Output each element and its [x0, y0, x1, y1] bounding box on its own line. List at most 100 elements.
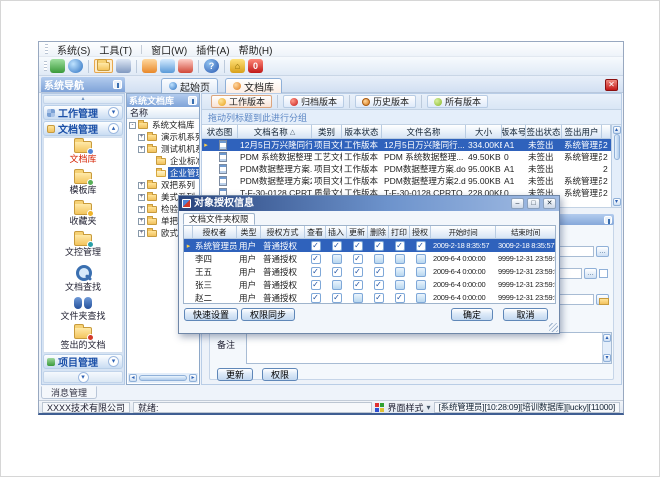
- grant-checkbox[interactable]: [416, 241, 426, 251]
- network-icon[interactable]: [50, 59, 65, 73]
- pin-icon[interactable]: [113, 80, 122, 89]
- group-by-bar[interactable]: 拖动列标题到此进行分组: [202, 110, 621, 125]
- scroll-up-icon[interactable]: [603, 334, 611, 342]
- print-checkbox[interactable]: [395, 293, 405, 303]
- sidebar-item-doc-library[interactable]: 文档库: [44, 141, 122, 172]
- insert-checkbox[interactable]: [332, 267, 342, 277]
- column-type[interactable]: 类型: [237, 226, 261, 239]
- column-grantee[interactable]: 授权者: [193, 226, 237, 239]
- schedule-doc-icon[interactable]: [160, 59, 175, 73]
- sidebar-item-template-library[interactable]: 模板库: [44, 172, 122, 203]
- tree-item[interactable]: + 演示机系列: [127, 131, 199, 143]
- delete-checkbox[interactable]: [374, 241, 384, 251]
- column-insert[interactable]: 插入: [326, 226, 347, 239]
- update-checkbox[interactable]: [353, 280, 363, 290]
- tab-start-page[interactable]: 起始页: [161, 78, 218, 93]
- open-folder-button[interactable]: [596, 294, 609, 305]
- exit-icon[interactable]: [248, 59, 263, 73]
- close-icon[interactable]: [543, 198, 556, 209]
- delete-checkbox[interactable]: [374, 254, 384, 264]
- delete-checkbox[interactable]: [374, 293, 384, 303]
- insert-checkbox[interactable]: [332, 241, 342, 251]
- view-checkbox[interactable]: [311, 280, 321, 290]
- print-checkbox[interactable]: [395, 254, 405, 264]
- table-row[interactable]: PDM数据整理方案2.doc 项目文档 工作版本 PDM数据整理方案2.doc …: [202, 175, 621, 187]
- delete-checkbox[interactable]: [374, 267, 384, 277]
- column-file-name[interactable]: 文件名称: [382, 125, 466, 139]
- globe-icon[interactable]: [68, 59, 83, 73]
- tree-item[interactable]: 企业管理文件: [127, 167, 199, 179]
- column-size[interactable]: 大小: [466, 125, 502, 139]
- chevron-down-icon[interactable]: [108, 356, 119, 367]
- tree-toggle-icon[interactable]: +: [138, 218, 145, 225]
- update-checkbox[interactable]: [353, 293, 363, 303]
- column-grant[interactable]: 授权: [410, 226, 431, 239]
- view-checkbox[interactable]: [311, 293, 321, 303]
- column-update[interactable]: 更新: [347, 226, 368, 239]
- tree-item[interactable]: + 测试机机系列: [127, 143, 199, 155]
- sidebar-more-strip[interactable]: [43, 371, 123, 383]
- tab-archive-version[interactable]: 归档版本: [283, 95, 344, 108]
- tab-doc-library[interactable]: 文档库: [225, 78, 282, 93]
- tree-item[interactable]: 企业标准化文件: [127, 155, 199, 167]
- insert-checkbox[interactable]: [332, 293, 342, 303]
- grant-checkbox[interactable]: [416, 293, 426, 303]
- print-checkbox[interactable]: [395, 280, 405, 290]
- tab-history-version[interactable]: 历史版本: [355, 95, 416, 108]
- update-checkbox[interactable]: [353, 254, 363, 264]
- tree-toggle-icon[interactable]: +: [138, 146, 145, 153]
- column-delete[interactable]: 删除: [368, 226, 389, 239]
- scrollbar-thumb[interactable]: [139, 375, 187, 381]
- close-tab-button[interactable]: [605, 79, 618, 91]
- property-checkbox[interactable]: [599, 269, 608, 278]
- ui-style-dropdown[interactable]: 界面样式: [375, 401, 430, 414]
- scrollbar-thumb[interactable]: [614, 134, 620, 160]
- chevron-down-icon[interactable]: [108, 107, 119, 118]
- new-mail-icon[interactable]: [142, 59, 157, 73]
- print-checkbox[interactable]: [395, 267, 405, 277]
- scroll-left-icon[interactable]: [129, 374, 137, 382]
- remark-textarea[interactable]: [246, 332, 612, 364]
- grant-checkbox[interactable]: [416, 280, 426, 290]
- tab-folder-permissions[interactable]: 文档文件夹权限: [183, 213, 255, 225]
- ellipsis-button[interactable]: [596, 246, 609, 257]
- column-view[interactable]: 查看: [305, 226, 326, 239]
- view-checkbox[interactable]: [311, 267, 321, 277]
- dialog-titlebar[interactable]: 对象授权信息: [179, 196, 559, 211]
- sidebar-collapse-strip[interactable]: [43, 95, 123, 104]
- scroll-down-icon[interactable]: [603, 354, 611, 362]
- column-clipped[interactable]: [602, 125, 611, 139]
- property-input[interactable]: [554, 246, 594, 257]
- permission-row[interactable]: 李四 用户 普通授权 2009-6-4 0:00:00 9999-12-31 2…: [184, 252, 555, 265]
- permission-row[interactable]: 王五 用户 普通授权 2009-6-4 0:00:00 9999-12-31 2…: [184, 265, 555, 278]
- column-doc-name[interactable]: 文档名称△: [238, 125, 312, 139]
- tree-horizontal-scrollbar[interactable]: [128, 373, 198, 383]
- tree-toggle-icon[interactable]: +: [138, 194, 145, 201]
- menu-item-tools[interactable]: 工具(T): [99, 42, 132, 57]
- update-checkbox[interactable]: [353, 267, 363, 277]
- column-status-icon[interactable]: 状态图: [202, 125, 238, 139]
- chevron-up-icon[interactable]: [108, 123, 119, 134]
- property-input[interactable]: [554, 294, 594, 305]
- menu-item-plugins[interactable]: 插件(A): [196, 42, 229, 57]
- maximize-icon[interactable]: [527, 198, 540, 209]
- tree-toggle-icon[interactable]: -: [129, 122, 136, 129]
- tree-toggle-icon[interactable]: +: [138, 206, 145, 213]
- perm-sync-button[interactable]: 权限同步: [241, 308, 295, 321]
- tab-message-management[interactable]: 消息管理: [41, 386, 97, 399]
- lock-icon[interactable]: [230, 59, 245, 73]
- sidebar-item-doc-search[interactable]: 文档查找: [44, 265, 122, 296]
- pin-icon[interactable]: [188, 96, 197, 105]
- table-row[interactable]: PDM 系统数据整理检... 工艺文档 工作版本 PDM 系统数据整理... 4…: [202, 151, 621, 163]
- open-folder-icon[interactable]: [94, 59, 113, 73]
- tree-column-header[interactable]: 名称: [127, 107, 199, 119]
- column-category[interactable]: 类别: [312, 125, 342, 139]
- group-work-management[interactable]: 工作管理: [43, 105, 123, 120]
- pin-icon[interactable]: [604, 216, 612, 224]
- column-end-time[interactable]: 结束时间: [496, 226, 556, 239]
- tree-item[interactable]: + 双把系列: [127, 179, 199, 191]
- scroll-down-icon[interactable]: [613, 198, 621, 206]
- view-checkbox[interactable]: [311, 254, 321, 264]
- permission-button[interactable]: 权限: [262, 368, 298, 381]
- column-print[interactable]: 打印: [389, 226, 410, 239]
